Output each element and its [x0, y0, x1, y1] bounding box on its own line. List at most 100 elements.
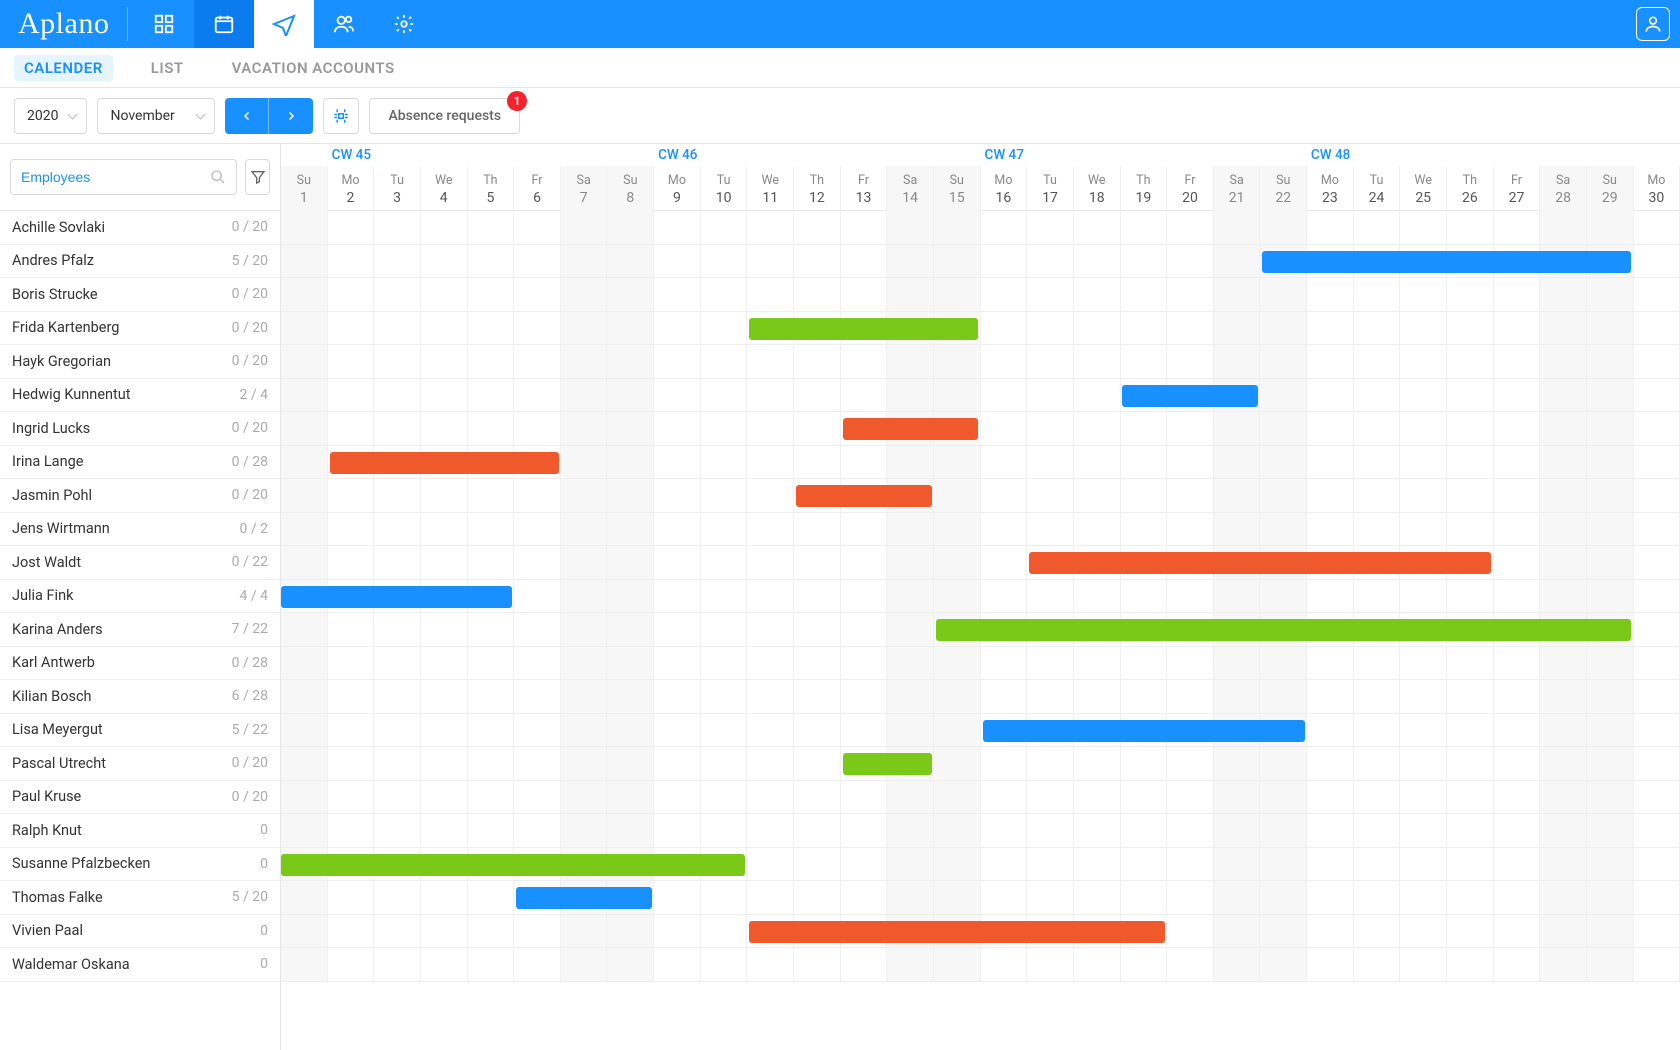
- day-header: Th19: [1121, 166, 1168, 211]
- year-select[interactable]: 2020: [14, 98, 87, 134]
- employee-column: Achille Sovlaki0 / 20Andres Pfalz5 / 20B…: [0, 144, 281, 1050]
- employee-row[interactable]: Julia Fink4 / 4: [0, 580, 280, 614]
- nav-users[interactable]: [314, 0, 374, 48]
- filter-button[interactable]: [245, 159, 270, 195]
- absence-requests-button[interactable]: Absence requests 1: [369, 98, 520, 134]
- absence-bar[interactable]: [749, 318, 978, 340]
- absence-bar[interactable]: [983, 720, 1305, 742]
- subtab-2[interactable]: VACATION ACCOUNTS: [222, 55, 405, 81]
- employee-row[interactable]: Jasmin Pohl0 / 20: [0, 479, 280, 513]
- employee-count: 0: [260, 822, 268, 838]
- employee-row[interactable]: Irina Lange0 / 28: [0, 446, 280, 480]
- employee-count: 0: [260, 956, 268, 972]
- employee-row[interactable]: Karl Antwerb0 / 28: [0, 647, 280, 681]
- calendar-row[interactable]: [281, 345, 1680, 379]
- absence-bar[interactable]: [1122, 385, 1258, 407]
- absence-bar[interactable]: [1262, 251, 1631, 273]
- absence-bar[interactable]: [843, 753, 932, 775]
- nav-settings[interactable]: [374, 0, 434, 48]
- calendar-row[interactable]: [281, 747, 1680, 781]
- next-button[interactable]: [269, 98, 313, 134]
- employee-row[interactable]: Frida Kartenberg0 / 20: [0, 312, 280, 346]
- nav-calendar[interactable]: [194, 0, 254, 48]
- filter-icon: [250, 169, 266, 185]
- employee-row[interactable]: Andres Pfalz5 / 20: [0, 245, 280, 279]
- employee-count: 0 / 28: [232, 454, 268, 470]
- absence-bar[interactable]: [281, 854, 745, 876]
- week-labels: CW 45CW 46CW 47CW 48: [281, 144, 1680, 166]
- month-select[interactable]: November: [97, 98, 215, 134]
- week-label: CW 47: [981, 147, 1024, 163]
- calendar-row[interactable]: [281, 881, 1680, 915]
- nav-absence[interactable]: [254, 0, 314, 48]
- calendar-row[interactable]: [281, 211, 1680, 245]
- employee-row[interactable]: Lisa Meyergut5 / 22: [0, 714, 280, 748]
- calendar-row[interactable]: [281, 278, 1680, 312]
- calendar-row[interactable]: [281, 948, 1680, 982]
- employee-row[interactable]: Hedwig Kunnentut2 / 4: [0, 379, 280, 413]
- employee-count: 0 / 28: [232, 655, 268, 671]
- employee-row[interactable]: Ralph Knut0: [0, 814, 280, 848]
- absence-bar[interactable]: [516, 887, 652, 909]
- employee-row[interactable]: Achille Sovlaki0 / 20: [0, 211, 280, 245]
- employee-name: Vivien Paal: [12, 922, 260, 939]
- calendar-row[interactable]: [281, 613, 1680, 647]
- user-menu-button[interactable]: [1636, 7, 1670, 41]
- calendar-row[interactable]: [281, 479, 1680, 513]
- employee-count: 0 / 20: [232, 320, 268, 336]
- calendar-row[interactable]: [281, 312, 1680, 346]
- nav-dashboard[interactable]: [134, 0, 194, 48]
- absence-bar[interactable]: [281, 586, 512, 608]
- calendar-row[interactable]: [281, 412, 1680, 446]
- absence-bar[interactable]: [843, 418, 979, 440]
- employee-row[interactable]: Jost Waldt0 / 22: [0, 546, 280, 580]
- employee-row[interactable]: Waldemar Oskana0: [0, 948, 280, 982]
- employee-row[interactable]: Kilian Bosch6 / 28: [0, 680, 280, 714]
- absence-bar[interactable]: [796, 485, 932, 507]
- employee-row[interactable]: Thomas Falke5 / 20: [0, 881, 280, 915]
- calendar-row[interactable]: [281, 446, 1680, 480]
- prev-button[interactable]: [225, 98, 269, 134]
- calendar-row[interactable]: [281, 848, 1680, 882]
- calendar-row[interactable]: [281, 915, 1680, 949]
- day-header: Tu24: [1354, 166, 1401, 211]
- employee-row[interactable]: Karina Anders7 / 22: [0, 613, 280, 647]
- absence-bar[interactable]: [1029, 552, 1491, 574]
- absence-bar[interactable]: [936, 619, 1632, 641]
- employee-row[interactable]: Hayk Gregorian0 / 20: [0, 345, 280, 379]
- employee-count: 0 / 20: [232, 789, 268, 805]
- calendar-row[interactable]: [281, 513, 1680, 547]
- subtab-1[interactable]: LIST: [141, 55, 194, 81]
- employee-row[interactable]: Jens Wirtmann0 / 2: [0, 513, 280, 547]
- employee-row[interactable]: Paul Kruse0 / 20: [0, 781, 280, 815]
- calendar-row[interactable]: [281, 580, 1680, 614]
- calendar-row[interactable]: [281, 680, 1680, 714]
- calendar-row[interactable]: [281, 647, 1680, 681]
- day-header: Mo23: [1307, 166, 1354, 211]
- employee-search[interactable]: [10, 159, 237, 195]
- employee-row[interactable]: Boris Strucke0 / 20: [0, 278, 280, 312]
- employee-count: 5 / 22: [232, 722, 268, 738]
- week-label: CW 46: [654, 147, 697, 163]
- employee-row[interactable]: Ingrid Lucks0 / 20: [0, 412, 280, 446]
- day-header: Su29: [1587, 166, 1634, 211]
- calendar-row[interactable]: [281, 546, 1680, 580]
- employee-row[interactable]: Pascal Utrecht0 / 20: [0, 747, 280, 781]
- calendar-row[interactable]: [281, 379, 1680, 413]
- absence-bar[interactable]: [749, 921, 1165, 943]
- employee-count: 5 / 20: [232, 889, 268, 905]
- absence-bar[interactable]: [330, 452, 559, 474]
- employee-count: 0 / 20: [232, 286, 268, 302]
- calendar-row[interactable]: [281, 714, 1680, 748]
- employee-row[interactable]: Vivien Paal0: [0, 915, 280, 949]
- calendar-row[interactable]: [281, 781, 1680, 815]
- today-button[interactable]: [323, 98, 359, 134]
- calendar-row[interactable]: [281, 814, 1680, 848]
- employee-search-input[interactable]: [21, 169, 202, 185]
- date-nav: [225, 98, 313, 134]
- subtab-0[interactable]: CALENDER: [14, 55, 113, 81]
- employee-name: Jasmin Pohl: [12, 487, 232, 504]
- employee-row[interactable]: Susanne Pfalzbecken0: [0, 848, 280, 882]
- employee-count: 0 / 20: [232, 755, 268, 771]
- calendar-row[interactable]: [281, 245, 1680, 279]
